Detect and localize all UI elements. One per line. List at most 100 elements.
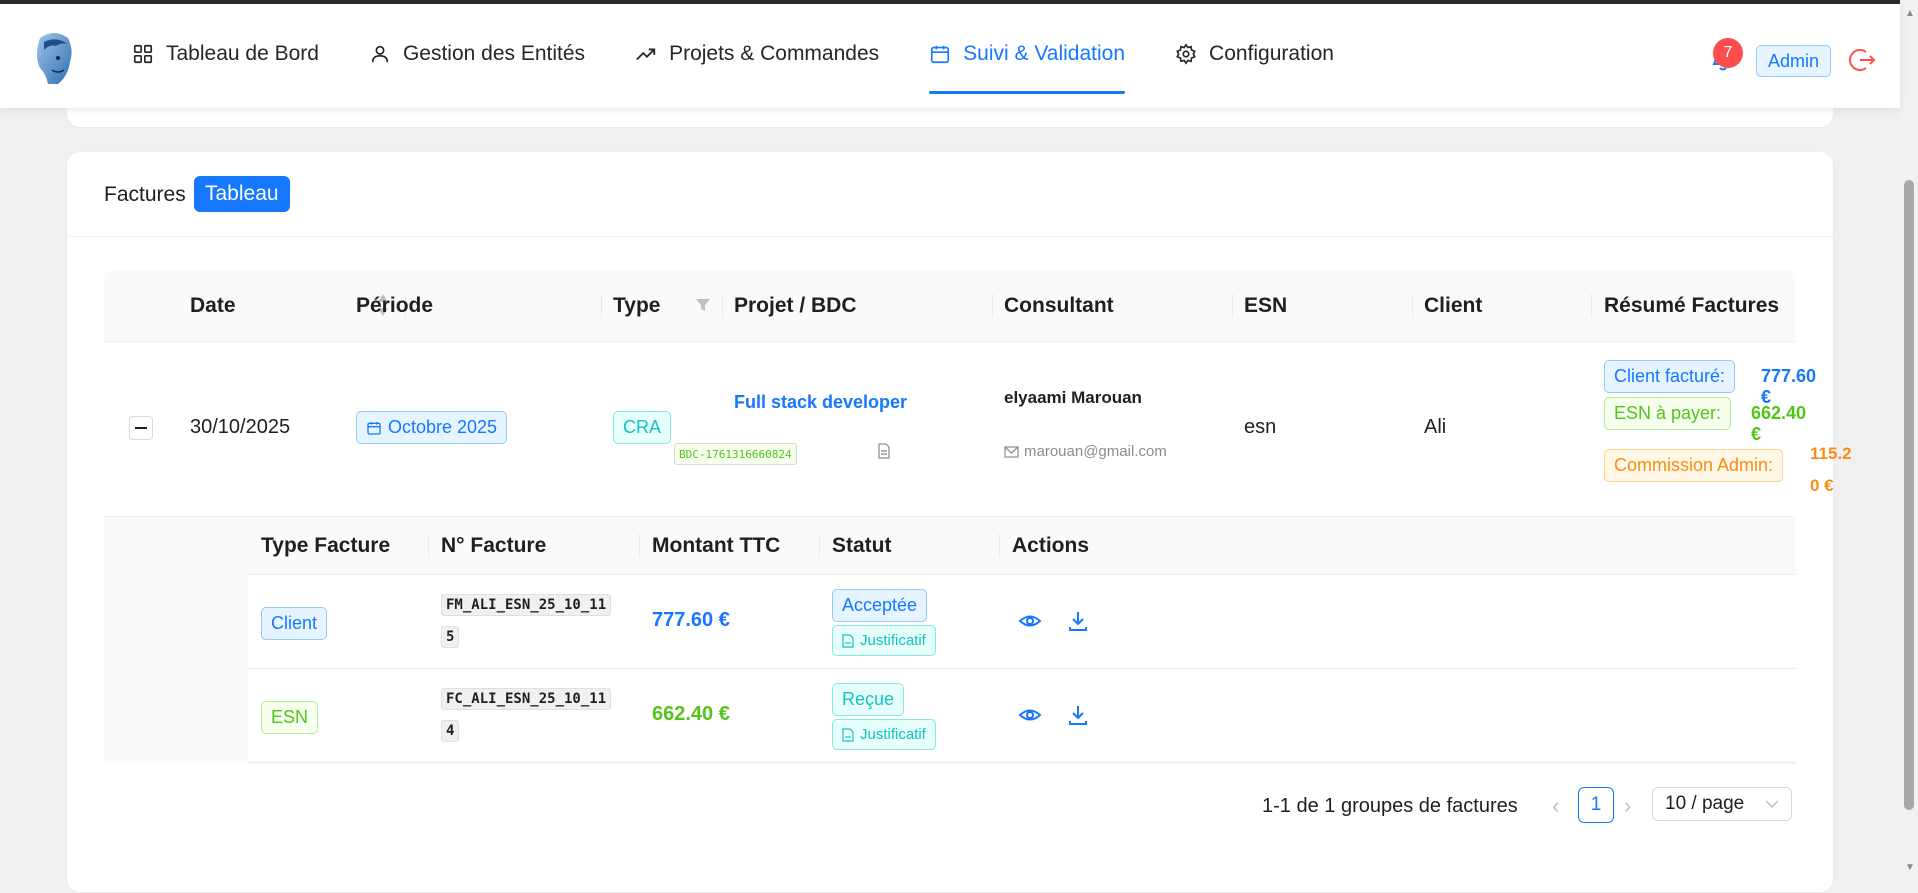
nav-label: Configuration	[1209, 42, 1334, 65]
type-tag: CRA	[613, 411, 672, 444]
scrollbar-thumb[interactable]	[1904, 180, 1914, 810]
invoices-card: Factures Tableau Date Période Type Proje…	[66, 151, 1852, 893]
view-mode-tag[interactable]: Tableau	[194, 176, 290, 212]
scroll-down-icon[interactable]: ▼	[1905, 862, 1915, 873]
eye-icon[interactable]	[1018, 703, 1042, 727]
column-header-date[interactable]: Date	[190, 270, 236, 341]
notification-badge: 7	[1713, 38, 1743, 68]
prev-page-icon[interactable]: ‹	[1552, 793, 1559, 819]
column-label: Projet / BDC	[734, 293, 857, 317]
column-label: Client	[1424, 293, 1483, 317]
invoice-row[interactable]: ESN FC_ALI_ESN_25_10_11 4 662.40 € Reçue…	[248, 669, 1796, 763]
column-separator	[819, 534, 820, 558]
gear-icon	[1176, 43, 1196, 65]
nav-item-projects[interactable]: Projets & Commandes	[635, 4, 879, 104]
commission-value: 115.2 0 €	[1810, 438, 1852, 502]
dashboard-icon	[133, 44, 153, 64]
filter-icon[interactable]	[695, 297, 711, 313]
proof-label: Justificatif	[860, 632, 926, 649]
nav-item-tracking[interactable]: Suivi & Validation	[929, 4, 1125, 104]
commission-tag: Commission Admin:	[1604, 449, 1784, 482]
column-label: ESN	[1244, 293, 1288, 317]
collapse-row-button[interactable]	[129, 416, 153, 440]
client-billed-value: 777.60 €	[1761, 366, 1817, 407]
row-client: Ali	[1424, 416, 1447, 438]
nav-label: Gestion des Entités	[402, 42, 586, 65]
subcolumn-status: Statut	[832, 533, 892, 557]
invoice-number-line: FM_ALI_ESN_25_10_11	[441, 594, 612, 616]
logout-icon[interactable]	[1848, 46, 1876, 74]
avatar-logo[interactable]	[28, 30, 80, 86]
row-date: 30/10/2025	[190, 416, 291, 438]
page-button-current[interactable]: 1	[1578, 787, 1614, 823]
column-header-summary: Résumé Factures	[1604, 270, 1779, 341]
page-size-value: 10 / page	[1665, 793, 1745, 814]
column-separator	[639, 534, 640, 558]
client-billed-tag: Client facturé:	[1604, 360, 1736, 393]
pdf-file-icon	[842, 727, 854, 742]
column-separator	[999, 534, 1000, 558]
invoice-number: FM_ALI_ESN_25_10_11 5	[441, 589, 612, 653]
invoice-type-tag: ESN	[261, 701, 319, 734]
column-separator	[1591, 294, 1592, 318]
column-separator	[992, 294, 993, 318]
minus-icon	[135, 427, 147, 429]
role-badge: Admin	[1756, 45, 1832, 77]
invoice-row[interactable]: Client FM_ALI_ESN_25_10_11 5 777.60 € Ac…	[248, 575, 1796, 669]
subcolumn-amount: Montant TTC	[652, 533, 781, 557]
subcolumn-number: N° Facture	[441, 533, 547, 557]
calendar-icon	[931, 45, 950, 64]
nav-label: Suivi & Validation	[963, 42, 1126, 65]
subcolumn-type: Type Facture	[261, 533, 391, 557]
column-header-client: Client	[1424, 270, 1482, 341]
consultant-email: marouan@gmail.com	[1024, 443, 1167, 460]
invoice-amount: 662.40 €	[652, 703, 730, 725]
invoice-number-line: 4	[441, 720, 460, 742]
expanded-invoices: Type Facture N° Facture Montant TTC Stat…	[104, 517, 1796, 764]
column-header-consultant: Consultant	[1004, 270, 1114, 341]
row-esn: esn	[1244, 416, 1277, 438]
top-navigation-bar: Tableau de Bord Gestion des Entités Proj…	[0, 4, 1900, 108]
column-separator	[428, 534, 429, 558]
status-badge: Acceptée	[832, 589, 928, 622]
pagination: 1-1 de 1 groupes de factures ‹ 1 › 10 / …	[1262, 787, 1792, 827]
project-link[interactable]: Full stack developer	[734, 392, 907, 413]
page-size-select[interactable]: 10 / page	[1652, 787, 1792, 821]
column-label: Résumé Factures	[1604, 293, 1780, 317]
bdc-code: BDC-1761316660824	[674, 443, 797, 465]
invoice-amount: 777.60 €	[652, 609, 730, 631]
nav-label: Tableau de Bord	[166, 42, 319, 65]
download-icon[interactable]	[1066, 703, 1090, 727]
pdf-file-icon	[842, 633, 854, 648]
trend-icon	[636, 48, 656, 61]
download-icon[interactable]	[1066, 609, 1090, 633]
commission-value-line: 115.2	[1810, 444, 1852, 463]
nav-item-configuration[interactable]: Configuration	[1175, 4, 1334, 104]
proof-label: Justificatif	[860, 726, 926, 743]
column-separator	[1232, 294, 1233, 318]
invoice-type-tag: Client	[261, 607, 328, 640]
column-label: Période	[356, 293, 434, 317]
period-label: Octobre 2025	[388, 417, 498, 437]
eye-icon[interactable]	[1018, 609, 1042, 633]
invoice-number-line: 5	[441, 626, 460, 648]
commission-value-line: 0 €	[1810, 476, 1834, 495]
consultant-name: elyaami Marouan	[1004, 388, 1142, 407]
scroll-up-icon[interactable]: ▲	[1905, 8, 1915, 19]
column-separator	[601, 294, 602, 318]
user-icon	[371, 45, 389, 63]
next-page-icon[interactable]: ›	[1624, 793, 1631, 819]
proof-button[interactable]: Justificatif	[832, 719, 936, 750]
card-title: Factures	[104, 183, 186, 206]
proof-button[interactable]: Justificatif	[832, 625, 936, 656]
nav-item-entities[interactable]: Gestion des Entités	[369, 4, 585, 104]
calendar-icon	[367, 421, 381, 435]
column-header-type[interactable]: Type	[613, 270, 660, 341]
period-tag: Octobre 2025	[356, 411, 508, 444]
column-separator	[1412, 294, 1413, 318]
nav-item-dashboard[interactable]: Tableau de Bord	[132, 4, 319, 104]
table-row[interactable]: 30/10/2025 Octobre 2025 CRA Full stack d…	[104, 342, 1852, 517]
file-icon[interactable]	[877, 443, 891, 459]
column-label: Consultant	[1004, 293, 1114, 317]
table-header: Date Période Type Projet / BDC Consultan…	[104, 270, 1796, 342]
